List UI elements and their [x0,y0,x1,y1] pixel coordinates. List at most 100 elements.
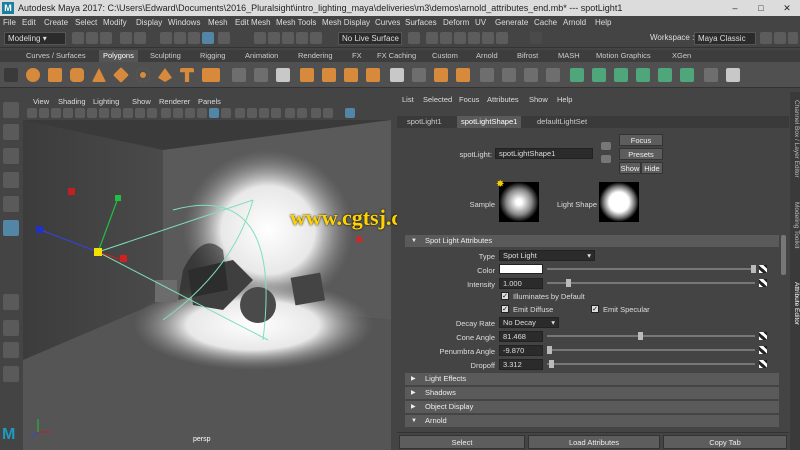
manip-handle-blue[interactable] [36,226,43,233]
minimize-button[interactable]: – [722,0,748,16]
bookmark-icon[interactable] [51,108,61,118]
shelf-tab-mash[interactable]: MASH [558,50,580,62]
poly-pyramid-icon[interactable] [158,68,172,82]
select-object-icon[interactable] [174,32,186,44]
shelf-tab-polygons[interactable]: Polygons [99,50,138,62]
field-chart-icon[interactable] [123,108,133,118]
open-scene-icon[interactable] [86,32,98,44]
combine-icon[interactable] [232,68,246,82]
menu-modify[interactable]: Modify [103,16,127,29]
illuminates-default-checkbox[interactable]: ✓ [501,292,509,300]
modeling-toolkit-icon[interactable] [760,32,772,44]
ae-menu-focus[interactable]: Focus [459,92,479,108]
screen-space-ao-icon[interactable] [235,108,245,118]
select-button[interactable]: Select [399,435,525,449]
uv-sew-icon[interactable] [614,68,628,82]
spotlight-pivot[interactable] [94,248,102,256]
connect-icon[interactable] [456,68,470,82]
show-button[interactable]: Show [619,162,641,174]
color-map-button[interactable] [759,265,767,273]
maximize-button[interactable]: □ [748,0,774,16]
select-by-icon[interactable] [218,32,230,44]
paint-select-icon[interactable] [3,148,19,164]
tab-spotlightshape1[interactable]: spotLightShape1 [457,116,522,128]
snap-surface-icon[interactable] [310,32,322,44]
bevel-icon[interactable] [390,68,404,82]
shelf-tab-custom[interactable]: Custom [432,50,458,62]
uv-normalize-icon[interactable] [680,68,694,82]
spot-light-attributes-header[interactable]: ▼ Spot Light Attributes [405,235,779,247]
menu-create[interactable]: Create [44,16,68,29]
film-gate-icon[interactable] [87,108,97,118]
attribute-editor-tab[interactable]: Attribute Editor [790,282,800,342]
menu-arnold[interactable]: Arnold [563,16,586,29]
viewport-menu-lighting[interactable]: Lighting [93,96,119,107]
tab-defaultlightset[interactable]: defaultLightSet [533,116,591,128]
resolution-gate-icon[interactable] [99,108,109,118]
poly-cube-icon[interactable] [48,68,62,82]
color-management-icon[interactable] [345,108,355,118]
node-name-field[interactable]: spotLightShape1 [495,148,593,159]
object-display-header[interactable]: ▶ Object Display [405,401,779,413]
menu-cache[interactable]: Cache [534,16,557,29]
render-settings-icon[interactable] [468,32,480,44]
cone-angle-map-button[interactable] [759,332,767,340]
extrude-icon[interactable] [344,68,358,82]
cone-angle-field[interactable]: 81.468 [499,331,543,342]
snap-curve-icon[interactable] [268,32,280,44]
menu-uv[interactable]: UV [475,16,486,29]
color-swatch[interactable] [499,264,543,274]
sign-in-icon[interactable] [530,32,542,44]
uv-auto-icon[interactable] [570,68,584,82]
safe-title-icon[interactable] [147,108,157,118]
snap-grid-icon[interactable] [254,32,266,44]
shelf-tab-motion-graphics[interactable]: Motion Graphics [596,50,651,62]
outliner-layout-icon[interactable] [3,366,19,382]
shelf-tab-fx-caching[interactable]: FX Caching [377,50,416,62]
multi-cut-icon[interactable] [412,68,426,82]
viewport-menu-shading[interactable]: Shading [58,96,86,107]
camera-select-icon[interactable] [27,108,37,118]
ae-menu-list[interactable]: List [402,92,414,108]
tab-spotlight1[interactable]: spotLight1 [403,116,446,128]
select-tool-icon[interactable] [3,102,19,118]
menu-mesh-display[interactable]: Mesh Display [322,16,370,29]
poly-cylinder-icon[interactable] [70,68,84,82]
render-sequence-icon[interactable] [440,32,452,44]
uv-editor-icon[interactable] [502,68,516,82]
textured-icon[interactable] [197,108,207,118]
intensity-slider[interactable] [547,282,755,284]
shadows-header[interactable]: ▶ Shadows [405,387,779,399]
menu-mesh-tools[interactable]: Mesh Tools [276,16,316,29]
penumbra-angle-map-button[interactable] [759,346,767,354]
anti-aliasing-icon[interactable] [259,108,269,118]
menu-edit-mesh[interactable]: Edit Mesh [235,16,271,29]
target-weld-icon[interactable] [434,68,448,82]
manip-handle-red-2[interactable] [120,255,127,262]
uv-cylindrical-icon[interactable] [546,68,560,82]
persp-outliner-layout-icon[interactable] [3,342,19,358]
bridge-icon[interactable] [366,68,380,82]
uv-planar-icon[interactable] [524,68,538,82]
viewport-menu-view[interactable]: View [33,96,49,107]
modeling-toolkit-tab[interactable]: Modeling Toolkit [790,202,800,262]
grid-toggle-icon[interactable] [75,108,85,118]
viewport-persp[interactable]: ✱ persp [23,120,391,450]
arnold-header[interactable]: ▼ Arnold [405,415,779,427]
smooth-icon[interactable] [276,68,290,82]
shelf-tab-bifrost[interactable]: Bifrost [517,50,538,62]
ae-menu-help[interactable]: Help [557,92,572,108]
ae-menu-show[interactable]: Show [529,92,548,108]
output-connections-icon[interactable] [601,155,611,163]
ipr-render-icon[interactable] [454,32,466,44]
snap-point-icon[interactable] [282,32,294,44]
xray-joints-icon[interactable] [311,108,321,118]
live-surface-field[interactable]: No Live Surface [338,32,402,45]
camera-attributes-icon[interactable] [39,108,49,118]
manip-handle-green[interactable] [115,195,121,201]
viewport-menu-show[interactable]: Show [132,96,151,107]
viewport-menu-renderer[interactable]: Renderer [159,96,190,107]
menu-deform[interactable]: Deform [443,16,469,29]
select-hierarchy-icon[interactable] [160,32,172,44]
xray-components-icon[interactable] [323,108,333,118]
